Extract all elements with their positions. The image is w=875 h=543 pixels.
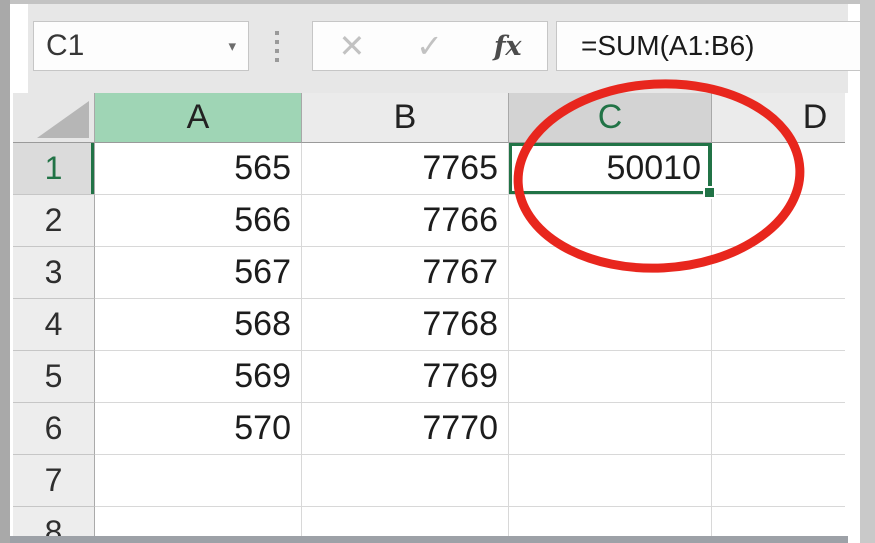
cell-C7[interactable] xyxy=(509,455,712,507)
name-box-value: C1 xyxy=(46,29,85,62)
row-header-4[interactable]: 4 xyxy=(13,299,95,351)
cell-C8[interactable] xyxy=(509,507,712,536)
cell-D8[interactable] xyxy=(712,507,845,536)
cell-B1[interactable]: 7765 xyxy=(302,143,509,195)
row-header-6[interactable]: 6 xyxy=(13,403,95,455)
cell-C5[interactable] xyxy=(509,351,712,403)
formula-input[interactable]: =SUM(A1:B6) xyxy=(556,21,874,71)
cell-D4[interactable] xyxy=(712,299,845,351)
cell-A6[interactable]: 570 xyxy=(95,403,302,455)
cell-B7[interactable] xyxy=(302,455,509,507)
row-header-5[interactable]: 5 xyxy=(13,351,95,403)
row-header-8[interactable]: 8 xyxy=(13,507,95,536)
spreadsheet-window: C1 ▾ ✕ ✓ fx =SUM(A1:B6) A B C D 1 565 77… xyxy=(0,0,875,543)
column-header-C[interactable]: C xyxy=(509,93,712,143)
window-frame-left xyxy=(0,0,10,543)
cancel-icon[interactable]: ✕ xyxy=(338,30,365,62)
window-bottom-edge xyxy=(10,536,848,543)
window-frame-top xyxy=(0,0,875,4)
column-header-D[interactable]: D xyxy=(712,93,845,143)
cell-D1[interactable] xyxy=(712,143,845,195)
row-header-2[interactable]: 2 xyxy=(13,195,95,247)
cell-D5[interactable] xyxy=(712,351,845,403)
cell-C1-value: 50010 xyxy=(606,149,701,187)
cell-A7[interactable] xyxy=(95,455,302,507)
formula-toolbar: C1 ▾ ✕ ✓ fx =SUM(A1:B6) xyxy=(28,4,874,93)
cell-C3[interactable] xyxy=(509,247,712,299)
fill-handle[interactable] xyxy=(703,186,716,199)
cell-C4[interactable] xyxy=(509,299,712,351)
chevron-down-icon[interactable]: ▾ xyxy=(228,37,236,55)
formula-buttons: ✕ ✓ fx xyxy=(312,21,548,71)
cell-C6[interactable] xyxy=(509,403,712,455)
cell-B6[interactable]: 7770 xyxy=(302,403,509,455)
column-header-B[interactable]: B xyxy=(302,93,509,143)
row-header-1[interactable]: 1 xyxy=(13,143,95,195)
row-header-7[interactable]: 7 xyxy=(13,455,95,507)
cell-B3[interactable]: 7767 xyxy=(302,247,509,299)
column-header-A[interactable]: A xyxy=(95,93,302,143)
cell-C2[interactable] xyxy=(509,195,712,247)
cell-A8[interactable] xyxy=(95,507,302,536)
cell-D7[interactable] xyxy=(712,455,845,507)
name-box[interactable]: C1 ▾ xyxy=(33,21,249,71)
cell-D2[interactable] xyxy=(712,195,845,247)
formula-text: =SUM(A1:B6) xyxy=(581,30,755,61)
enter-icon[interactable]: ✓ xyxy=(416,30,443,62)
insert-function-icon[interactable]: fx xyxy=(494,33,522,60)
cell-A5[interactable]: 569 xyxy=(95,351,302,403)
cell-A4[interactable]: 568 xyxy=(95,299,302,351)
select-all-button[interactable] xyxy=(13,93,95,143)
cell-C1[interactable]: 50010 xyxy=(509,143,716,199)
cell-B4[interactable]: 7768 xyxy=(302,299,509,351)
cell-B8[interactable] xyxy=(302,507,509,536)
cell-A1[interactable]: 565 xyxy=(95,143,302,195)
formula-bar-resize-handle[interactable] xyxy=(275,31,279,62)
cell-D6[interactable] xyxy=(712,403,845,455)
cell-A2[interactable]: 566 xyxy=(95,195,302,247)
select-all-triangle-icon xyxy=(37,101,89,138)
cell-A3[interactable]: 567 xyxy=(95,247,302,299)
cell-B2[interactable]: 7766 xyxy=(302,195,509,247)
spreadsheet-grid: A B C D 1 565 7765 50010 2 566 7766 3 56… xyxy=(13,93,845,536)
cell-B5[interactable]: 7769 xyxy=(302,351,509,403)
window-frame-right xyxy=(860,0,875,543)
row-header-3[interactable]: 3 xyxy=(13,247,95,299)
cell-D3[interactable] xyxy=(712,247,845,299)
